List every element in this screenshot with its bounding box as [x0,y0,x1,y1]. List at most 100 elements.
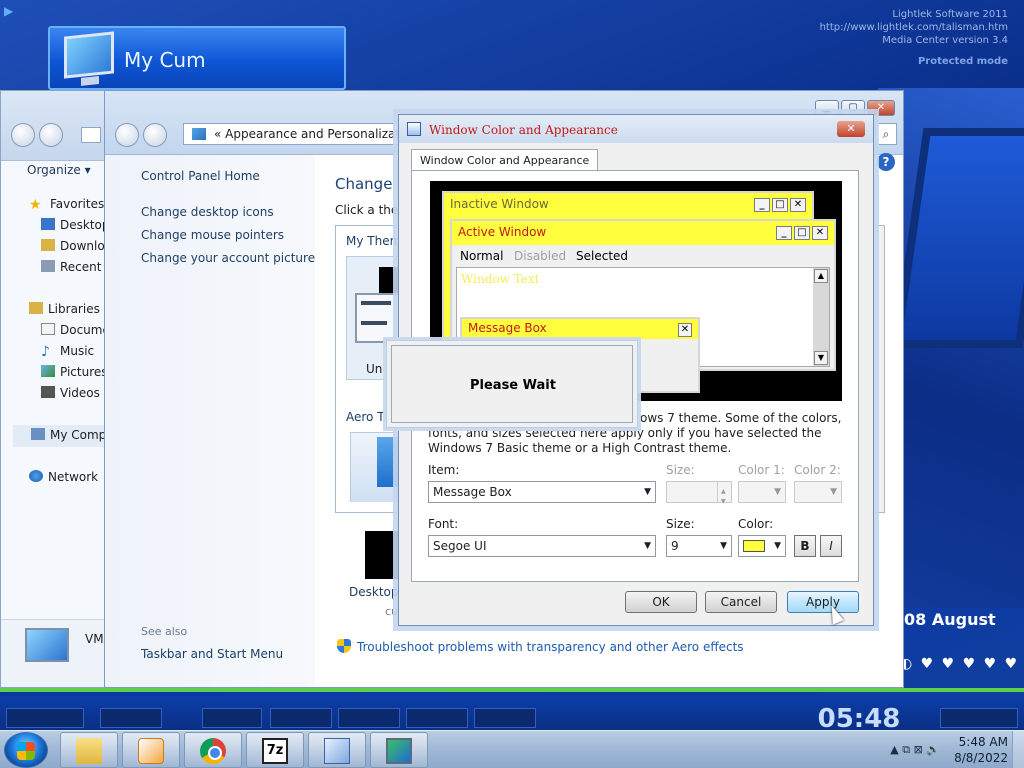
tree-item-network[interactable]: Network [29,470,98,484]
font-size-value: 9 [671,539,679,553]
system-tray-icons[interactable]: ▲ ⧉ ⊠ 🔊 [890,743,940,757]
please-wait-panel: Please Wait [391,345,633,423]
link-change-mouse-pointers[interactable]: Change mouse pointers [141,228,284,242]
tree-item-desktop[interactable]: Desktop [41,218,110,232]
window-text-sample: Window Text [461,272,540,286]
font-size-select[interactable]: 9 ▼ [666,535,732,557]
taskbar-media-player[interactable] [122,732,180,768]
link-change-desktop-icons[interactable]: Change desktop icons [141,205,274,219]
strip-block [338,708,400,728]
protected-mode-label: Protected mode [917,56,1008,67]
chevron-down-icon: ▼ [830,487,837,497]
tree-item-my-computer[interactable]: My Computer [13,425,131,447]
cancel-button[interactable]: Cancel [705,591,777,613]
maximize-icon: □ [772,198,788,212]
strip-block [406,708,468,728]
taskbar-7zip[interactable]: 7z [246,732,304,768]
link-taskbar-start-menu[interactable]: Taskbar and Start Menu [141,647,283,661]
item-select-value: Message Box [433,485,512,499]
explorer-address-bar[interactable] [81,127,101,143]
folder-icon [76,738,102,764]
apply-button[interactable]: Apply [787,591,859,613]
chrome-icon [200,738,226,764]
taskbar-file-explorer[interactable] [60,732,118,768]
back-icon[interactable] [11,123,35,147]
bold-button[interactable]: B [794,535,816,557]
taskbar-control-panel[interactable] [308,732,366,768]
minimize-icon: _ [754,198,770,212]
active-window-buttons: _ □ ✕ [774,224,828,240]
tasks-pane: Control Panel Home Change desktop icons … [105,155,315,687]
tree-item-videos[interactable]: Videos [41,386,100,400]
inactive-window-title: Inactive Window [450,197,549,211]
spinner-icon [717,482,731,512]
page-title: Change t [335,175,404,193]
forward-icon[interactable] [143,123,167,147]
font-color-label: Color: [738,517,774,531]
close-icon: ✕ [790,198,806,212]
start-button[interactable] [4,732,48,768]
dialog-titlebar: Window Color and Appearance ✕ [399,115,873,143]
control-panel-icon [192,128,206,140]
show-desktop-button[interactable] [1012,731,1024,768]
strip-block [202,708,262,728]
taskbar-chrome[interactable] [184,732,242,768]
videos-icon [41,386,55,398]
chevron-down-icon: ▼ [720,541,727,551]
details-pane: VM [1,619,109,687]
help-icon[interactable]: ? [877,153,895,171]
large-monitor-graphic [892,128,1024,348]
item-select[interactable]: Message Box ▼ [428,481,656,503]
dialog-close-button[interactable]: ✕ [837,121,865,137]
tree-item-libraries[interactable]: Libraries [29,302,100,316]
menu-normal: Normal [460,249,504,263]
font-select[interactable]: Segoe UI ▼ [428,535,656,557]
computer-icon [31,428,45,440]
clock-date: 8/8/2022 [954,751,1008,765]
my-computer-tile[interactable]: My Cum [48,26,346,90]
dialog-title: Window Color and Appearance [429,123,618,137]
tree-item-favorites[interactable]: ★ Favorites [29,197,104,213]
tab-window-color[interactable]: Window Color and Appearance [411,149,599,172]
pictures-icon [41,365,55,377]
tree-item-music[interactable]: ♪ Music [41,344,94,360]
back-icon[interactable] [115,123,139,147]
italic-button[interactable]: I [820,535,842,557]
desktop-background-sublabel: cu [385,605,399,618]
color1-select[interactable]: ▼ [738,481,786,503]
inactive-window-buttons: _ □ ✕ [752,196,806,212]
theme-thumbnail-aero[interactable] [350,432,401,502]
item-size-stepper[interactable] [666,481,732,512]
7zip-icon: 7z [262,738,288,764]
link-control-panel-home[interactable]: Control Panel Home [141,169,260,183]
link-change-account-picture[interactable]: Change your account picture [141,251,315,265]
taskbar-monitor-app[interactable] [370,732,428,768]
font-color-select[interactable]: ▼ [738,535,786,557]
organize-menu[interactable]: Organize ▾ [27,163,91,177]
ok-button[interactable]: OK [625,591,697,613]
my-themes-label: My Them [346,234,402,248]
font-label: Font: [428,517,459,531]
monitor-icon [64,31,114,79]
tree-item-pictures[interactable]: Pictures [41,365,108,379]
color2-select[interactable]: ▼ [794,481,842,503]
scroll-up-icon: ▲ [814,269,828,283]
details-vm-label: VM [85,632,104,646]
chevron-down-icon: ▼ [774,487,781,497]
search-icon[interactable]: ⌕ [875,123,897,145]
forward-icon[interactable] [39,123,63,147]
color-swatch [743,540,765,552]
color1-label: Color 1: [738,463,785,477]
taskbar-clock[interactable]: 5:48 AM 8/8/2022 [954,734,1008,766]
desktop-corner-arrow-icon: ▶ [4,4,14,18]
menu-selected: Selected [576,249,629,263]
hearts-icons: ◐ ♥ ♥ ♥ ♥ ♥ [900,656,1020,672]
software-info: Lightlek Software 2011 http://www.lightl… [820,8,1008,68]
computer-icon [25,628,69,662]
message-box-title: Message Box [468,321,547,335]
link-troubleshoot[interactable]: Troubleshoot problems with transparency … [337,639,744,654]
taskbar: 7z ▲ ⧉ ⊠ 🔊 5:48 AM 8/8/2022 [0,730,1024,768]
font-size-label: Size: [666,517,695,531]
explorer-header [1,91,109,161]
recent-places-icon [41,260,55,272]
